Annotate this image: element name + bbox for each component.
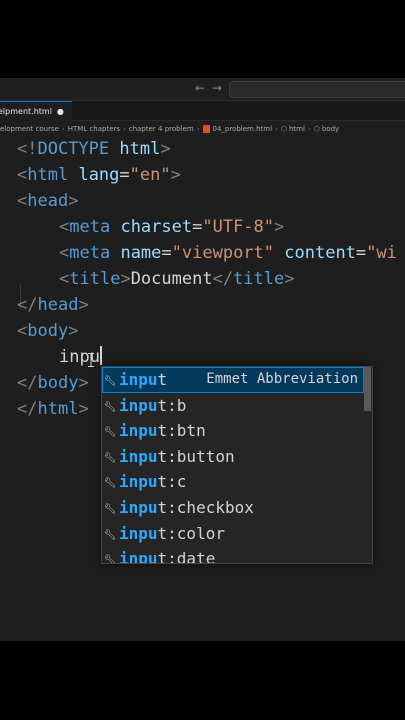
breadcrumb-item[interactable]: html <box>289 125 305 133</box>
forward-arrow-icon[interactable]: → <box>212 81 222 95</box>
code-line-doctype: <!DOCTYPE html> <box>17 139 171 159</box>
back-arrow-icon[interactable]: ← <box>195 81 205 95</box>
code-line-body-close: </body> <box>17 373 89 393</box>
unsaved-dot-icon[interactable]: ● <box>57 107 64 116</box>
suggestion-item[interactable]: 🔧︎ input:btn <box>102 418 364 444</box>
code-line-meta-charset: <meta charset="UTF-8"> <box>59 217 285 237</box>
suggestion-item[interactable]: 🔧︎ input:date <box>102 546 364 564</box>
suggestion-detail: Emmet Abbreviation <box>206 371 358 387</box>
element-symbol-icon: ⬡ <box>313 125 320 133</box>
code-line-body-open: <body> <box>17 321 79 341</box>
suggestion-item[interactable]: 🔧︎ input:b <box>102 393 364 419</box>
code-line-head-open: <head> <box>17 191 79 211</box>
title-bar: ← → <box>0 78 405 101</box>
breadcrumb-item[interactable]: body <box>322 125 339 133</box>
wrench-icon: 🔧︎ <box>103 401 117 413</box>
suggest-widget[interactable]: 🔧︎ input Emmet Abbreviation 🔧︎ input:b 🔧︎ i… <box>101 366 373 564</box>
breadcrumb-item[interactable]: chapter 4 problem <box>129 125 194 133</box>
code-line-html-close: </html> <box>17 399 89 419</box>
text-cursor <box>99 346 102 365</box>
breadcrumb-separator-icon: › <box>123 125 126 133</box>
wrench-icon: 🔧︎ <box>103 478 117 490</box>
breadcrumb-separator-icon: › <box>196 125 200 133</box>
command-center-search[interactable] <box>229 81 405 98</box>
wrench-icon: 🔧︎ <box>103 452 117 464</box>
wrench-icon: 🔧︎ <box>103 504 117 515</box>
element-symbol-icon: ⬡ <box>280 125 287 133</box>
code-line-meta-viewport: <meta name="viewport" content="wi <box>59 243 397 263</box>
breadcrumb-separator-icon: › <box>307 125 311 133</box>
code-line-html-open: <html lang="en"> <box>17 165 181 185</box>
suggestion-item[interactable]: 🔧︎ input:color <box>102 521 364 547</box>
suggestion-item[interactable]: 🔧︎ input Emmet Abbreviation <box>102 367 364 393</box>
breadcrumb-item[interactable]: 04_problem.html <box>213 125 273 133</box>
breadcrumb-separator-icon: › <box>61 125 65 133</box>
tab-active-file[interactable]: elpment.html ● <box>0 101 72 121</box>
wrench-icon: 🔧︎ <box>103 376 117 387</box>
breadcrumb-item[interactable]: elopment course <box>0 125 59 133</box>
tab-label: elpment.html <box>0 107 52 116</box>
html5-file-icon <box>202 125 210 133</box>
breadcrumb-item[interactable]: HTML chapters <box>68 125 120 133</box>
suggest-scrollbar[interactable] <box>364 367 371 411</box>
wrench-icon: 🔧︎ <box>103 529 117 541</box>
suggestion-item[interactable]: 🔧︎ input:button <box>102 444 364 470</box>
code-line-head-close: </head> <box>17 295 89 315</box>
tab-bar: elpment.html ● <box>0 101 405 121</box>
code-line-title: <title>Document</title> <box>59 269 295 289</box>
i-beam-cursor-icon <box>88 353 94 367</box>
suggestion-item[interactable]: 🔧︎ input:c <box>102 469 364 495</box>
breadcrumb-separator-icon: › <box>275 125 278 133</box>
wrench-icon: 🔧︎ <box>103 427 117 439</box>
wrench-icon: 🔧︎ <box>103 555 117 564</box>
breadcrumb: elopment course › HTML chapters › chapte… <box>0 122 405 136</box>
suggestion-item[interactable]: 🔧︎ input:checkbox <box>102 495 364 521</box>
code-line-typing: inpu <box>59 346 102 367</box>
